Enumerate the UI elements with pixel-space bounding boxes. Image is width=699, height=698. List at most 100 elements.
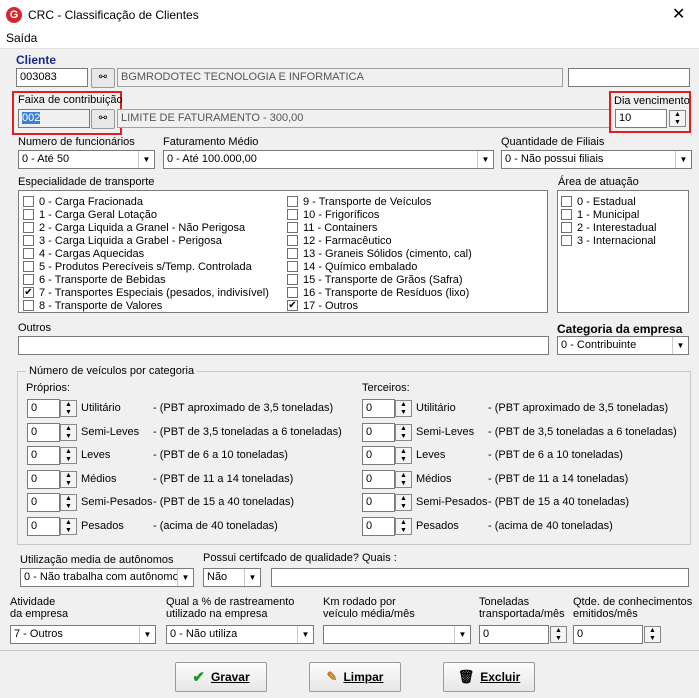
checkbox-icon[interactable]	[561, 209, 572, 220]
checkbox-icon[interactable]	[287, 222, 298, 233]
vehicle-count-input[interactable]: 0	[362, 446, 395, 465]
dia-venc-spinner[interactable]: ▲ ▼	[669, 110, 686, 127]
checkbox-icon[interactable]	[23, 209, 34, 220]
atividade-select[interactable]: 7 - Outros ▼	[10, 625, 156, 644]
vehicle-count-input[interactable]: 0	[362, 399, 395, 418]
vehicle-count-input[interactable]: 0	[362, 493, 395, 512]
checkbox-item[interactable]: 11 - Containers	[287, 221, 377, 234]
certificado-text-input[interactable]	[271, 568, 689, 587]
faixa-search-button[interactable]: ⚯	[91, 109, 115, 129]
close-icon[interactable]: ✕	[672, 4, 685, 24]
checkbox-item[interactable]: 14 - Químico embalado	[287, 260, 417, 273]
vehicle-count-spinner[interactable]: ▲ ▼	[60, 423, 77, 441]
checkbox-item[interactable]: 10 - Frigoríficos	[287, 208, 379, 221]
vehicle-count-input[interactable]: 0	[27, 399, 60, 418]
faixa-code-input[interactable]: 002	[18, 109, 90, 128]
checkbox-item[interactable]: 3 - Internacional	[561, 234, 656, 247]
checkbox-icon[interactable]	[561, 235, 572, 246]
cliente-code-input[interactable]: 003083	[16, 68, 88, 87]
checkbox-item[interactable]: 6 - Transporte de Bebidas	[23, 273, 166, 286]
vehicle-count-input[interactable]: 0	[27, 516, 60, 536]
vehicle-count-input[interactable]: 0	[27, 446, 60, 465]
vehicle-count-input[interactable]: 0	[27, 469, 60, 489]
autonomos-select[interactable]: 0 - Não trabalha com autônomos ▼	[20, 568, 194, 587]
filiais-label: Quantidade de Filiais	[501, 136, 605, 148]
vehicle-count-spinner[interactable]: ▲ ▼	[60, 470, 77, 488]
vehicle-count-spinner[interactable]: ▲ ▼	[60, 494, 77, 511]
toneladas-input[interactable]: 0	[479, 625, 549, 644]
conhecimentos-input[interactable]: 0	[573, 625, 643, 644]
certificado-select[interactable]: Não ▼	[203, 568, 261, 587]
checkbox-item[interactable]: 9 - Transporte de Veículos	[287, 195, 431, 208]
dia-venc-input[interactable]: 10	[615, 109, 667, 128]
checkbox-icon[interactable]	[23, 196, 34, 207]
checkbox-item[interactable]: 12 - Farmacêutico	[287, 234, 392, 247]
rastreamento-select[interactable]: 0 - Não utiliza ▼	[166, 625, 314, 644]
checkbox-icon[interactable]	[23, 261, 34, 272]
checkbox-icon[interactable]	[561, 222, 572, 233]
checkbox-icon[interactable]	[23, 274, 34, 285]
checkbox-icon[interactable]	[287, 287, 298, 298]
vehicle-count-spinner[interactable]: ▲ ▼	[60, 400, 77, 417]
checkbox-checked-icon[interactable]: ✔	[23, 287, 34, 298]
vehicle-count-spinner[interactable]: ▲ ▼	[395, 400, 412, 417]
limpar-button[interactable]: ✎ Limpar	[309, 662, 401, 692]
checkbox-item[interactable]: 16 - Transporte de Resíduos (lixo)	[287, 286, 469, 299]
checkbox-icon[interactable]	[23, 300, 34, 311]
vehicle-count-spinner[interactable]: ▲ ▼	[395, 494, 412, 511]
vehicle-count-spinner[interactable]: ▲ ▼	[60, 447, 77, 464]
checkbox-label: 12 - Farmacêutico	[303, 234, 392, 247]
checkbox-item[interactable]: 1 - Municipal	[561, 208, 639, 221]
checkbox-item[interactable]: 0 - Estadual	[561, 195, 636, 208]
checkbox-item[interactable]: 8 - Transporte de Valores	[23, 299, 162, 312]
checkbox-icon[interactable]	[287, 196, 298, 207]
checkbox-checked-icon[interactable]: ✔	[287, 300, 298, 311]
cliente-search-button[interactable]: ⚯	[91, 68, 115, 88]
checkbox-item[interactable]: 1 - Carga Geral Lotação	[23, 208, 157, 221]
chevron-down-icon: ▼	[454, 626, 470, 643]
km-select[interactable]: ▼	[323, 625, 471, 644]
checkbox-item[interactable]: 0 - Carga Fracionada	[23, 195, 143, 208]
vehicle-count-spinner[interactable]: ▲ ▼	[395, 447, 412, 464]
checkbox-label: 0 - Estadual	[577, 195, 636, 208]
checkbox-item[interactable]: ✔ 7 - Transportes Especiais (pesados, ind…	[23, 286, 269, 299]
menu-saida[interactable]: Saída	[6, 31, 37, 45]
checkbox-icon[interactable]	[287, 261, 298, 272]
checkbox-icon[interactable]	[287, 248, 298, 259]
vehicle-count-spinner[interactable]: ▲ ▼	[395, 423, 412, 441]
checkbox-icon[interactable]	[23, 235, 34, 246]
funcionarios-select[interactable]: 0 - Até 50 ▼	[18, 150, 155, 169]
vehicle-count-spinner[interactable]: ▲ ▼	[395, 470, 412, 488]
checkbox-item[interactable]: 2 - Interestadual	[561, 221, 657, 234]
faturamento-select[interactable]: 0 - Até 100.000,00 ▼	[163, 150, 494, 169]
vehicle-count-input[interactable]: 0	[362, 422, 395, 442]
checkbox-icon[interactable]	[23, 222, 34, 233]
vehicle-count-input[interactable]: 0	[27, 493, 60, 512]
excluir-button[interactable]: 🗑 Excluir	[443, 662, 535, 692]
checkbox-item[interactable]: 4 - Cargas Aquecidas	[23, 247, 144, 260]
checkbox-item[interactable]: 15 - Transporte de Grãos (Safra)	[287, 273, 463, 286]
vehicle-count-spinner[interactable]: ▲ ▼	[60, 517, 77, 535]
vehicle-category-desc: - (PBT de 15 a 40 toneladas)	[488, 496, 630, 508]
checkbox-item[interactable]: 13 - Graneis Sólidos (cimento, cal)	[287, 247, 472, 260]
filiais-select[interactable]: 0 - Não possui filiais ▼	[501, 150, 692, 169]
outros-input[interactable]	[18, 336, 549, 355]
vehicle-count-input[interactable]: 0	[362, 516, 395, 536]
checkbox-icon[interactable]	[23, 248, 34, 259]
gravar-button[interactable]: ✔ Gravar	[175, 662, 267, 692]
checkbox-icon[interactable]	[561, 196, 572, 207]
checkbox-item[interactable]: 3 - Carga Liquida a Grabel - Perigosa	[23, 234, 222, 247]
checkbox-item[interactable]: 2 - Carga Liquida a Granel - Não Perigos…	[23, 221, 245, 234]
conhecimentos-spinner[interactable]: ▲ ▼	[644, 626, 661, 643]
vehicle-count-input[interactable]: 0	[362, 469, 395, 489]
cliente-extra-field[interactable]	[568, 68, 690, 87]
vehicle-count-input[interactable]: 0	[27, 422, 60, 442]
toneladas-spinner[interactable]: ▲ ▼	[550, 626, 567, 643]
vehicle-count-spinner[interactable]: ▲ ▼	[395, 517, 412, 535]
checkbox-item[interactable]: 5 - Produtos Perecíveis s/Temp. Controla…	[23, 260, 252, 273]
checkbox-icon[interactable]	[287, 274, 298, 285]
checkbox-icon[interactable]	[287, 209, 298, 220]
checkbox-icon[interactable]	[287, 235, 298, 246]
checkbox-item[interactable]: ✔ 17 - Outros	[287, 299, 358, 312]
categoria-select[interactable]: 0 - Contribuinte ▼	[557, 336, 689, 355]
